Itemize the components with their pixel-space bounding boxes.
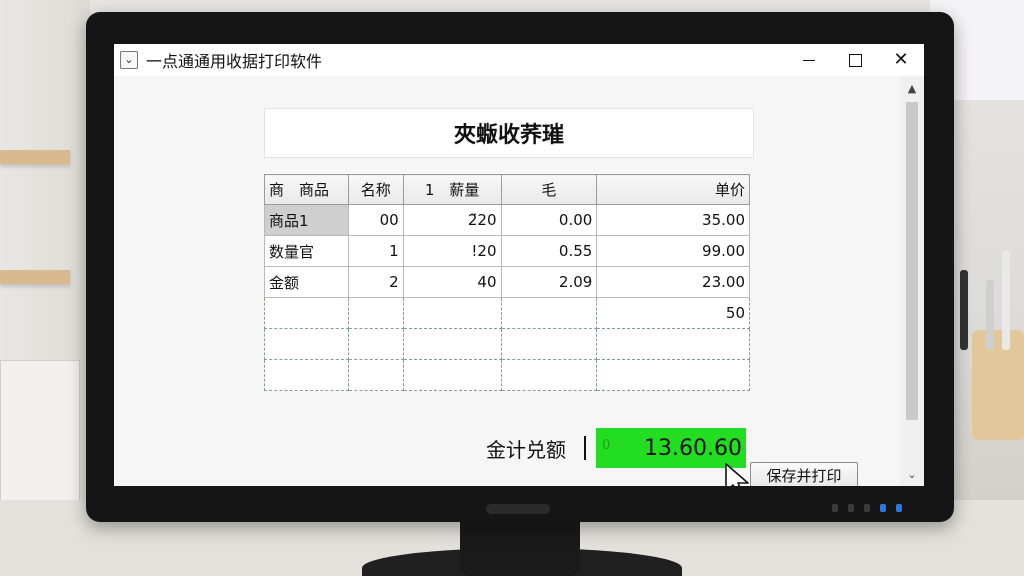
table-cell[interactable]: 2 <box>347 266 404 298</box>
table-cell[interactable]: 00 <box>347 204 404 236</box>
table-cell[interactable]: 2̈20 <box>402 204 502 236</box>
column-header[interactable]: 商 商品 <box>264 174 349 205</box>
column-header[interactable]: 名称 <box>347 174 404 205</box>
background-box <box>0 360 80 520</box>
table-row: 金额 2 40 2.09 23.00 <box>264 266 750 298</box>
monitor-button[interactable] <box>848 504 854 512</box>
mouse-pointer-icon <box>725 463 749 486</box>
table-row: 50 <box>264 297 750 329</box>
table-cell[interactable]: 35.00 <box>596 204 750 236</box>
table-cell[interactable] <box>347 297 404 329</box>
column-header[interactable]: 单价 <box>596 174 750 205</box>
window-title: 一点通通用收据打印软件 <box>146 52 323 71</box>
table-cell[interactable] <box>402 328 502 360</box>
save-and-print-button[interactable]: 保存并打印 <box>750 462 858 486</box>
monitor-stand-neck <box>460 520 580 576</box>
monitor-logo <box>486 504 550 514</box>
receipt-table: 商 商品 名称 1 薪量 毛 单价 商品1 00 2̈20 0.00 35.00… <box>264 174 750 391</box>
table-cell[interactable]: 1 <box>347 235 404 267</box>
background-shelf <box>0 150 70 164</box>
table-cell[interactable]: 0.00 <box>500 204 598 236</box>
table-cell[interactable] <box>402 359 502 391</box>
table-row <box>264 328 750 360</box>
table-cell[interactable] <box>264 359 349 391</box>
form-heading-text: 夾蝂收荞璀 <box>453 123 564 148</box>
table-cell[interactable] <box>596 359 750 391</box>
pen <box>960 270 968 350</box>
pen <box>986 280 994 350</box>
total-amount-value: 13.60.60 <box>644 435 742 461</box>
minimize-button[interactable] <box>786 44 832 76</box>
table-cell[interactable]: 商品1 <box>264 204 349 236</box>
monitor-button[interactable] <box>832 504 838 512</box>
table-cell[interactable]: 金额 <box>264 266 349 298</box>
power-button[interactable] <box>896 504 902 512</box>
table-cell[interactable] <box>264 328 349 360</box>
table-cell[interactable] <box>500 359 598 391</box>
table-cell[interactable]: !20 <box>402 235 502 267</box>
power-led <box>880 504 886 512</box>
total-ghost-text: 0 <box>602 438 611 453</box>
monitor-indicators <box>832 504 902 512</box>
table-row: 数量官 1 !20 0.55 99.00 <box>264 235 750 267</box>
chevron-down-icon[interactable]: ⌄ <box>120 51 138 69</box>
scroll-thumb[interactable] <box>906 102 918 420</box>
form-heading: 夾蝂收荞璀 <box>264 108 754 158</box>
table-header-row: 商 商品 名称 1 薪量 毛 单价 <box>264 174 750 205</box>
table-cell[interactable] <box>500 328 598 360</box>
table-cell[interactable] <box>347 359 404 391</box>
table-cell[interactable]: 数量官 <box>264 235 349 267</box>
table-cell[interactable] <box>596 328 750 360</box>
close-button[interactable]: ✕ <box>878 44 924 76</box>
table-cell[interactable] <box>347 328 404 360</box>
monitor-button[interactable] <box>864 504 870 512</box>
table-cell[interactable]: 2.09 <box>500 266 598 298</box>
table-cell[interactable]: 99.00 <box>596 235 750 267</box>
maximize-button[interactable] <box>832 44 878 76</box>
table-cell[interactable] <box>500 297 598 329</box>
pen <box>1002 250 1010 350</box>
text-caret <box>584 436 586 460</box>
window-controls: ✕ <box>786 44 924 76</box>
pen-holder <box>972 330 1024 440</box>
table-row: 商品1 00 2̈20 0.00 35.00 <box>264 204 750 236</box>
table-cell[interactable]: 50 <box>596 297 750 329</box>
table-cell[interactable]: 23.00 <box>596 266 750 298</box>
total-label: 金计兑额 <box>486 438 566 462</box>
title-bar: ⌄ 一点通通用收据打印软件 ✕ <box>114 44 924 76</box>
scroll-up-icon[interactable]: ▲ <box>900 80 924 98</box>
app-window: ⌄ 一点通通用收据打印软件 ✕ 夾蝂收荞璀 商 商品 名称 1 薪量 毛 单价 <box>114 44 924 486</box>
vertical-scrollbar[interactable]: ▲ ⌄ <box>900 76 924 486</box>
background-shelf <box>0 270 70 284</box>
table-cell[interactable] <box>264 297 349 329</box>
scroll-down-icon[interactable]: ⌄ <box>900 466 924 484</box>
table-cell[interactable]: 0.55 <box>500 235 598 267</box>
column-header[interactable]: 毛 <box>500 174 598 205</box>
table-cell[interactable] <box>402 297 502 329</box>
column-header[interactable]: 1 薪量 <box>402 174 502 205</box>
table-cell[interactable]: 40 <box>402 266 502 298</box>
table-row <box>264 359 750 391</box>
main-content: 夾蝂收荞璀 商 商品 名称 1 薪量 毛 单价 商品1 00 2̈20 0.00… <box>114 76 900 486</box>
